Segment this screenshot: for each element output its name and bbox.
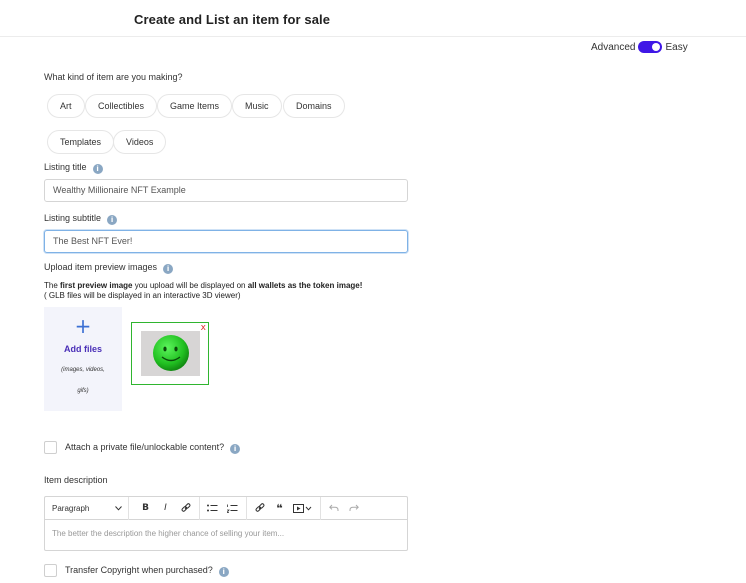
mode-advanced-label: Advanced bbox=[591, 41, 636, 53]
link-glyph bbox=[255, 503, 264, 512]
transfer-copyright-label-text: Transfer Copyright when purchased? bbox=[65, 565, 213, 575]
private-file-label: Attach a private file/unlockable content… bbox=[65, 442, 241, 454]
link-icon[interactable] bbox=[178, 501, 193, 516]
smiley-face-image bbox=[153, 335, 189, 371]
add-files-label: Add files bbox=[63, 344, 102, 354]
italic-button[interactable]: I bbox=[158, 501, 173, 516]
plus-icon: + bbox=[74, 314, 92, 338]
upload-label: Upload item preview images i bbox=[44, 262, 174, 274]
listing-subtitle-label: Listing subtitle i bbox=[44, 213, 118, 225]
private-file-checkbox[interactable] bbox=[44, 441, 57, 454]
listing-title-label-text: Listing title bbox=[44, 162, 87, 172]
item-kind-question: What kind of item are you making? bbox=[44, 72, 183, 82]
media-embed-icon[interactable] bbox=[292, 501, 314, 516]
preview-image bbox=[141, 331, 200, 376]
note-prefix: The bbox=[44, 281, 61, 290]
item-description-label: Item description bbox=[44, 475, 108, 485]
toggle-knob bbox=[652, 43, 661, 51]
note-bold-first: first preview image bbox=[60, 281, 133, 290]
toolbar-divider bbox=[320, 496, 321, 520]
description-placeholder[interactable]: The better the description the higher ch… bbox=[45, 520, 407, 547]
link-glyph bbox=[181, 503, 190, 512]
mode-switch[interactable]: Advanced Easy bbox=[591, 41, 688, 53]
bullet-list-icon[interactable] bbox=[205, 501, 220, 516]
info-icon[interactable]: i bbox=[218, 567, 229, 577]
kind-option-templates[interactable]: Templates bbox=[47, 130, 115, 154]
add-files-hint: (images, videos, gifs) bbox=[44, 360, 122, 402]
undo-glyph bbox=[328, 504, 338, 511]
quote-icon[interactable]: ❝ bbox=[272, 501, 287, 516]
remove-image-icon[interactable]: x bbox=[201, 323, 206, 333]
note-glb: ( GLB files will be displayed in an inte… bbox=[44, 291, 241, 300]
numbered-list-icon[interactable] bbox=[225, 501, 240, 516]
redo-glyph bbox=[349, 504, 359, 511]
note-middle: you upload will be displayed on bbox=[132, 281, 248, 290]
paragraph-format-value: Paragraph bbox=[52, 503, 90, 513]
info-icon[interactable]: i bbox=[230, 444, 241, 454]
bullet-list-glyph bbox=[207, 504, 218, 511]
header-divider bbox=[0, 36, 746, 37]
upload-label-text: Upload item preview images bbox=[44, 262, 158, 272]
mode-toggle[interactable] bbox=[638, 41, 663, 53]
editor-toolbar: Paragraph B I ❝ bbox=[45, 496, 407, 520]
page-title: Create and List an item for sale bbox=[134, 12, 331, 27]
mode-easy-label: Easy bbox=[665, 41, 688, 53]
bold-button[interactable]: B bbox=[138, 501, 153, 516]
add-files-button[interactable]: + Add files (images, videos, gifs) bbox=[44, 307, 122, 411]
undo-icon[interactable] bbox=[326, 501, 341, 516]
kind-option-game-items[interactable]: Game Items bbox=[157, 94, 233, 118]
numbered-list-glyph bbox=[227, 504, 238, 513]
transfer-copyright-label: Transfer Copyright when purchased? i bbox=[65, 565, 229, 577]
transfer-copyright-checkbox[interactable] bbox=[44, 564, 57, 577]
chevron-down-icon bbox=[115, 505, 122, 511]
listing-title-input[interactable]: Wealthy Millionaire NFT Example bbox=[44, 179, 408, 202]
media-embed-glyph bbox=[293, 503, 312, 513]
upload-note: The first preview image you upload will … bbox=[44, 281, 362, 301]
listing-title-label: Listing title i bbox=[44, 162, 103, 174]
kind-option-art[interactable]: Art bbox=[47, 94, 85, 118]
hint-line-1: (images, videos, bbox=[61, 367, 105, 373]
note-bold-wallets: all wallets as the token image! bbox=[247, 281, 363, 290]
link-icon[interactable] bbox=[252, 501, 267, 516]
description-editor[interactable]: Paragraph B I ❝ The better the descripti… bbox=[44, 496, 408, 551]
info-icon[interactable]: i bbox=[163, 264, 174, 274]
toolbar-divider bbox=[246, 496, 247, 520]
toolbar-divider bbox=[199, 496, 200, 520]
kind-option-music[interactable]: Music bbox=[232, 94, 282, 118]
info-icon[interactable]: i bbox=[107, 215, 118, 225]
private-file-label-text: Attach a private file/unlockable content… bbox=[65, 442, 225, 452]
kind-option-videos[interactable]: Videos bbox=[113, 130, 167, 154]
listing-subtitle-input[interactable]: The Best NFT Ever! bbox=[44, 230, 408, 253]
listing-subtitle-label-text: Listing subtitle bbox=[44, 213, 102, 223]
redo-icon[interactable] bbox=[346, 501, 361, 516]
kind-option-collectibles[interactable]: Collectibles bbox=[85, 94, 158, 118]
info-icon[interactable]: i bbox=[92, 164, 103, 174]
kind-option-domains[interactable]: Domains bbox=[283, 94, 345, 118]
paragraph-format-select[interactable]: Paragraph bbox=[45, 496, 129, 520]
hint-line-2: gifs) bbox=[77, 388, 89, 394]
preview-thumbnail[interactable]: x bbox=[131, 322, 209, 385]
